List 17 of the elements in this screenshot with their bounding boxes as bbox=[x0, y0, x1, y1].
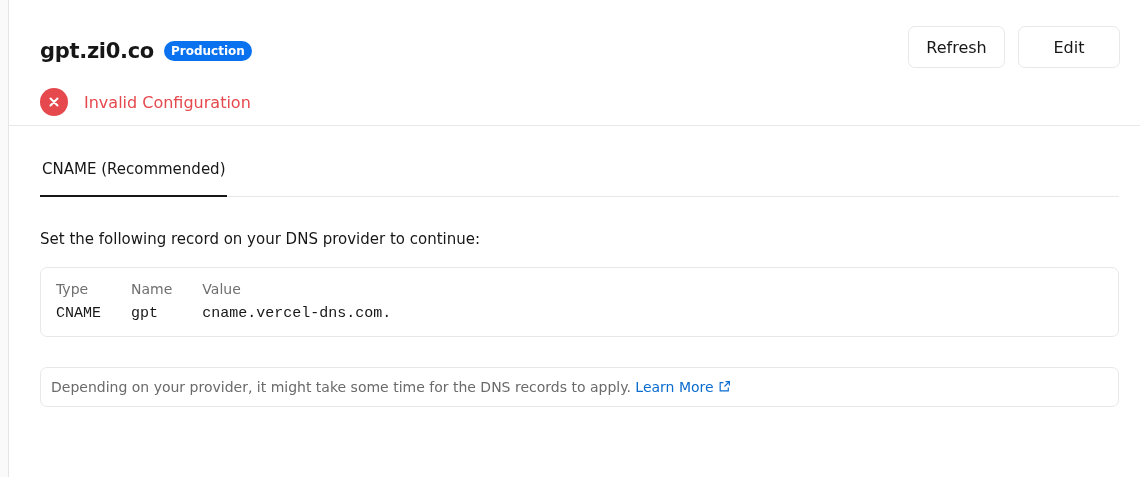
record-value: CNAME bbox=[56, 305, 101, 322]
column-header: Name bbox=[131, 281, 173, 297]
record-value: cname.vercel-dns.com. bbox=[202, 305, 393, 322]
external-link-icon bbox=[718, 380, 732, 393]
status-text: Invalid Configuration bbox=[84, 92, 251, 112]
record-tab[interactable]: CNAME (Recommended) bbox=[40, 150, 228, 197]
instruction-text: Set the following record on your DNS provider to continue: bbox=[40, 230, 482, 248]
environment-badge: Production bbox=[163, 40, 252, 61]
refresh-button[interactable]: Refresh bbox=[908, 26, 1005, 68]
edit-button[interactable]: Edit bbox=[1018, 26, 1120, 68]
learn-more-link[interactable]: Learn More bbox=[635, 379, 732, 395]
column-header: Value bbox=[202, 281, 242, 297]
column-header: Type bbox=[56, 281, 90, 297]
error-icon bbox=[40, 88, 68, 116]
domain-title: gpt.zi0.co bbox=[40, 38, 154, 63]
record-value: gpt bbox=[131, 305, 160, 322]
propagation-note: Depending on your provider, it might take some time for the DNS records to apply. Learn More bbox=[51, 379, 1108, 395]
